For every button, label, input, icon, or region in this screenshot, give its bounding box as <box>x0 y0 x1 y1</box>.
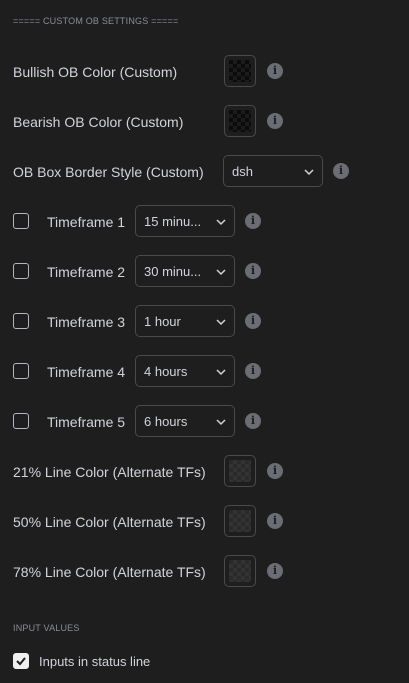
timeframe-3-checkbox[interactable] <box>13 313 29 329</box>
timeframe-row: Timeframe 2 30 minu... i <box>0 255 409 289</box>
info-icon[interactable]: i <box>245 313 261 329</box>
chevron-down-icon <box>216 419 226 426</box>
line-color-50-swatch[interactable] <box>224 505 256 537</box>
line-color-78-row: 78% Line Color (Alternate TFs) i <box>0 555 409 589</box>
bullish-color-row: Bullish OB Color (Custom) i <box>0 55 409 89</box>
bullish-color-fill <box>229 60 251 82</box>
info-icon[interactable]: i <box>267 563 283 579</box>
status-line-checkbox[interactable] <box>13 653 29 669</box>
timeframe-4-label: Timeframe 4 <box>47 364 126 380</box>
line-color-78-label: 78% Line Color (Alternate TFs) <box>13 564 206 580</box>
timeframe-2-checkbox[interactable] <box>13 263 29 279</box>
info-icon[interactable]: i <box>333 163 349 179</box>
border-style-value: dsh <box>232 164 253 179</box>
section-title-custom-ob: ===== CUSTOM OB SETTINGS ===== <box>13 16 179 26</box>
timeframe-4-checkbox[interactable] <box>13 363 29 379</box>
section-title-input-values: INPUT VALUES <box>13 623 80 633</box>
timeframe-2-value: 30 minu... <box>144 264 202 279</box>
timeframe-4-value: 4 hours <box>144 364 188 379</box>
bullish-color-swatch[interactable] <box>224 55 256 87</box>
info-icon[interactable]: i <box>245 213 261 229</box>
timeframe-3-select[interactable]: 1 hour <box>135 305 235 337</box>
bullish-color-label: Bullish OB Color (Custom) <box>13 64 178 80</box>
border-style-label: OB Box Border Style (Custom) <box>13 164 204 180</box>
timeframe-row: Timeframe 1 15 minu... i <box>0 205 409 239</box>
bearish-color-row: Bearish OB Color (Custom) i <box>0 105 409 139</box>
timeframe-2-label: Timeframe 2 <box>47 264 126 280</box>
timeframe-row: Timeframe 4 4 hours i <box>0 355 409 389</box>
info-icon[interactable]: i <box>267 63 283 79</box>
chevron-down-icon <box>216 219 226 226</box>
timeframe-2-select[interactable]: 30 minu... <box>135 255 235 287</box>
bearish-color-swatch[interactable] <box>224 105 256 137</box>
line-color-50-row: 50% Line Color (Alternate TFs) i <box>0 505 409 539</box>
line-color-78-fill <box>229 560 251 582</box>
timeframe-5-select[interactable]: 6 hours <box>135 405 235 437</box>
chevron-down-icon <box>304 169 314 176</box>
timeframe-1-checkbox[interactable] <box>13 213 29 229</box>
timeframe-1-value: 15 minu... <box>144 214 202 229</box>
line-color-21-swatch[interactable] <box>224 455 256 487</box>
timeframe-row: Timeframe 5 6 hours i <box>0 405 409 439</box>
timeframe-1-label: Timeframe 1 <box>47 214 126 230</box>
info-icon[interactable]: i <box>245 263 261 279</box>
info-icon[interactable]: i <box>267 513 283 529</box>
border-style-select[interactable]: dsh <box>223 155 323 187</box>
timeframe-5-value: 6 hours <box>144 414 188 429</box>
line-color-21-label: 21% Line Color (Alternate TFs) <box>13 464 206 480</box>
status-line-row: Inputs in status line <box>0 645 409 679</box>
timeframe-4-select[interactable]: 4 hours <box>135 355 235 387</box>
timeframe-5-checkbox[interactable] <box>13 413 29 429</box>
timeframe-1-select[interactable]: 15 minu... <box>135 205 235 237</box>
chevron-down-icon <box>216 369 226 376</box>
chevron-down-icon <box>216 269 226 276</box>
info-icon[interactable]: i <box>245 363 261 379</box>
bearish-color-fill <box>229 110 251 132</box>
timeframe-row: Timeframe 3 1 hour i <box>0 305 409 339</box>
line-color-50-fill <box>229 510 251 532</box>
line-color-21-row: 21% Line Color (Alternate TFs) i <box>0 455 409 489</box>
timeframe-3-label: Timeframe 3 <box>47 314 126 330</box>
info-icon[interactable]: i <box>267 113 283 129</box>
line-color-50-label: 50% Line Color (Alternate TFs) <box>13 514 206 530</box>
info-icon[interactable]: i <box>245 413 261 429</box>
timeframe-5-label: Timeframe 5 <box>47 414 126 430</box>
status-line-label: Inputs in status line <box>39 654 151 669</box>
line-color-78-swatch[interactable] <box>224 555 256 587</box>
chevron-down-icon <box>216 319 226 326</box>
border-style-row: OB Box Border Style (Custom) dsh i <box>0 155 409 189</box>
checkmark-icon <box>16 657 26 666</box>
line-color-21-fill <box>229 460 251 482</box>
timeframe-3-value: 1 hour <box>144 314 181 329</box>
info-icon[interactable]: i <box>267 463 283 479</box>
bearish-color-label: Bearish OB Color (Custom) <box>13 114 184 130</box>
